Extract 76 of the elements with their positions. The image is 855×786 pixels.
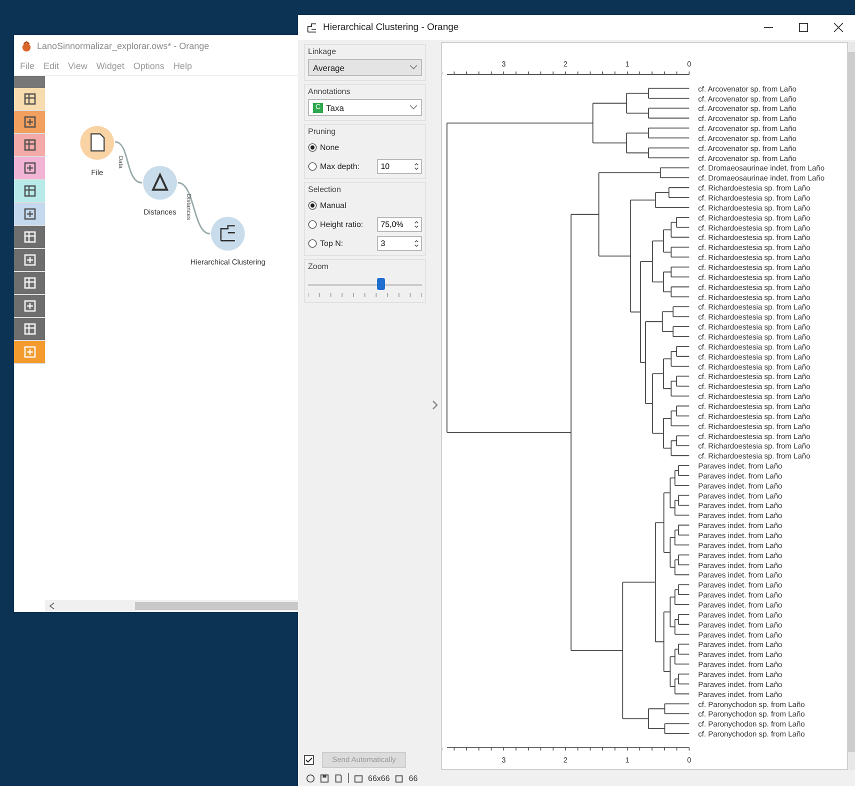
option-label: Max depth:	[320, 162, 360, 170]
radio-button[interactable]	[308, 142, 317, 152]
category-icon	[22, 322, 36, 336]
output-summary: 66	[408, 774, 418, 782]
menu-item[interactable]: File	[20, 61, 35, 71]
menu-item[interactable]: Edit	[44, 61, 60, 71]
category-icon	[22, 92, 36, 106]
spin-box[interactable]: 3	[376, 236, 422, 250]
group-title: Annotations	[308, 87, 352, 96]
radio-button[interactable]	[308, 162, 317, 170]
category-icon	[22, 230, 36, 244]
toolbar-button[interactable]	[14, 272, 45, 295]
slider-thumb[interactable]	[376, 278, 385, 290]
app-logo-icon	[21, 40, 32, 52]
input-summary: 66x66	[368, 774, 390, 782]
linkage-dropdown[interactable]: Average	[308, 59, 422, 76]
distances-node[interactable]	[143, 166, 177, 200]
category-icon	[22, 184, 36, 198]
scroll-left-icon[interactable]	[49, 602, 55, 610]
group-title: Pruning	[308, 127, 337, 136]
toolbar-button[interactable]	[14, 157, 45, 180]
category-icon	[22, 299, 36, 313]
toolbar-button[interactable]	[14, 295, 45, 318]
save-icon[interactable]	[320, 774, 329, 782]
toolbar-button[interactable]	[14, 318, 45, 341]
link-curve	[114, 141, 142, 184]
toolbar-button[interactable]	[14, 180, 45, 203]
group-title: Linkage	[308, 47, 338, 56]
spin-box[interactable]: 75,0%	[376, 216, 422, 232]
toolbar-button[interactable]	[14, 203, 45, 226]
chevron-icon	[410, 65, 417, 70]
chevron-icon	[410, 105, 417, 110]
toolbar-button[interactable]	[14, 111, 45, 134]
clustering-node[interactable]	[210, 216, 245, 251]
stepper-icon	[414, 220, 419, 228]
output-icon	[394, 774, 404, 782]
radio-button[interactable]	[308, 200, 317, 210]
scroll-thumb[interactable]	[135, 602, 298, 610]
toolbar-button[interactable]	[14, 88, 45, 111]
option-label: None	[320, 142, 340, 152]
file-node[interactable]	[80, 126, 114, 160]
input-icon	[354, 774, 363, 782]
close-icon[interactable]	[834, 23, 843, 32]
stepper-icon	[414, 162, 419, 170]
group-title: Zoom	[308, 262, 330, 271]
report-icon[interactable]	[334, 774, 343, 782]
menu-item[interactable]: Options	[133, 61, 164, 71]
menu-item[interactable]: Help	[173, 61, 192, 71]
toolbar-header	[14, 76, 45, 88]
category-icon	[22, 345, 36, 359]
horizontal-scrollbar[interactable]	[45, 600, 298, 612]
option-label: Height ratio:	[320, 220, 364, 228]
category-icon	[22, 207, 36, 221]
option-label: Manual	[320, 200, 346, 210]
category-icon	[22, 138, 36, 152]
window-title: Hierarchical Clustering - Orange	[323, 22, 459, 33]
menu-item[interactable]: Widget	[96, 61, 124, 71]
clustering-icon	[306, 22, 317, 33]
toolbar-button[interactable]	[14, 249, 45, 272]
category-icon	[22, 253, 36, 267]
maximize-icon[interactable]	[799, 23, 808, 32]
radio-button[interactable]	[308, 220, 317, 228]
window-title: LanoSinnormalizar_explorar.ows* - Orange	[37, 41, 210, 51]
category-icon	[22, 276, 36, 290]
group-title: Selection	[308, 185, 342, 194]
dropdown-value: Taxa	[326, 102, 344, 112]
category-icon	[22, 115, 36, 129]
category-icon	[22, 161, 36, 175]
stepper-icon	[414, 238, 419, 248]
toolbar-button[interactable]	[14, 134, 45, 157]
option-label: Top N:	[320, 238, 344, 248]
radio-button[interactable]	[308, 238, 317, 248]
link-curve	[178, 182, 210, 234]
spin-box[interactable]: 10	[376, 158, 422, 174]
toolbar-button[interactable]	[14, 226, 45, 249]
menu-item[interactable]: View	[68, 61, 88, 71]
